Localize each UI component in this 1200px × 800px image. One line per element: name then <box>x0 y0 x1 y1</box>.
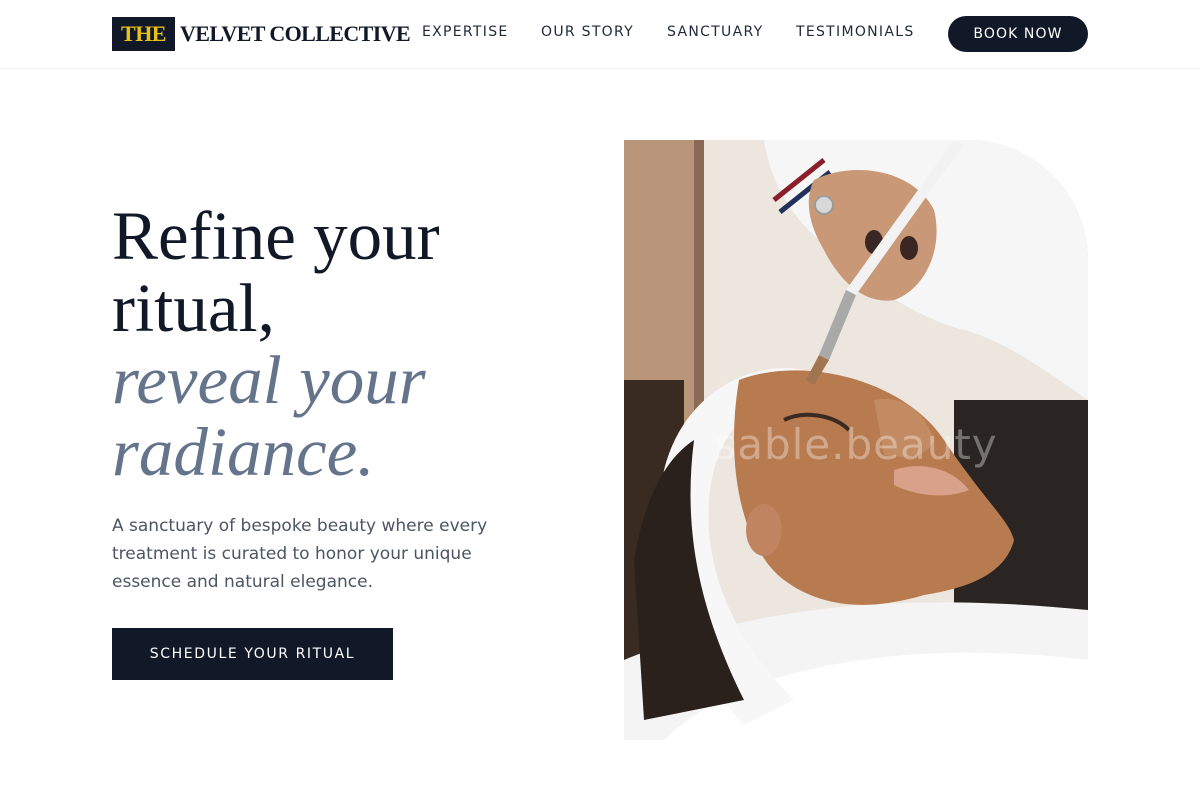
brand-logo[interactable]: THE VELVET COLLECTIVE <box>112 17 411 51</box>
hero-subtext: A sanctuary of bespoke beauty where ever… <box>112 516 488 592</box>
logo-mark: THE <box>112 17 175 51</box>
headline-accent-1: reveal your <box>112 342 426 418</box>
hero-headline: Refine your ritual, reveal your radiance… <box>112 200 572 488</box>
headline-line-1: Refine your <box>112 198 440 274</box>
site-header: THE VELVET COLLECTIVE EXPERTISE OUR STOR… <box>0 0 1200 69</box>
hero-photo: sable.beauty <box>624 140 1088 740</box>
nav-sanctuary[interactable]: SANCTUARY <box>667 24 763 44</box>
headline-line-2: ritual, <box>112 270 275 346</box>
nav-expertise[interactable]: EXPERTISE <box>422 24 509 44</box>
headline-accent-2: radiance. <box>112 414 375 490</box>
nav-testimonials[interactable]: TESTIMONIALS <box>796 24 915 44</box>
logo-text: VELVET COLLECTIVE <box>180 21 411 46</box>
photo-watermark: sable.beauty <box>714 420 998 469</box>
schedule-ritual-button[interactable]: SCHEDULE YOUR RITUAL <box>112 628 393 680</box>
nav-our-story[interactable]: OUR STORY <box>541 24 634 44</box>
book-now-button[interactable]: BOOK NOW <box>948 16 1088 52</box>
